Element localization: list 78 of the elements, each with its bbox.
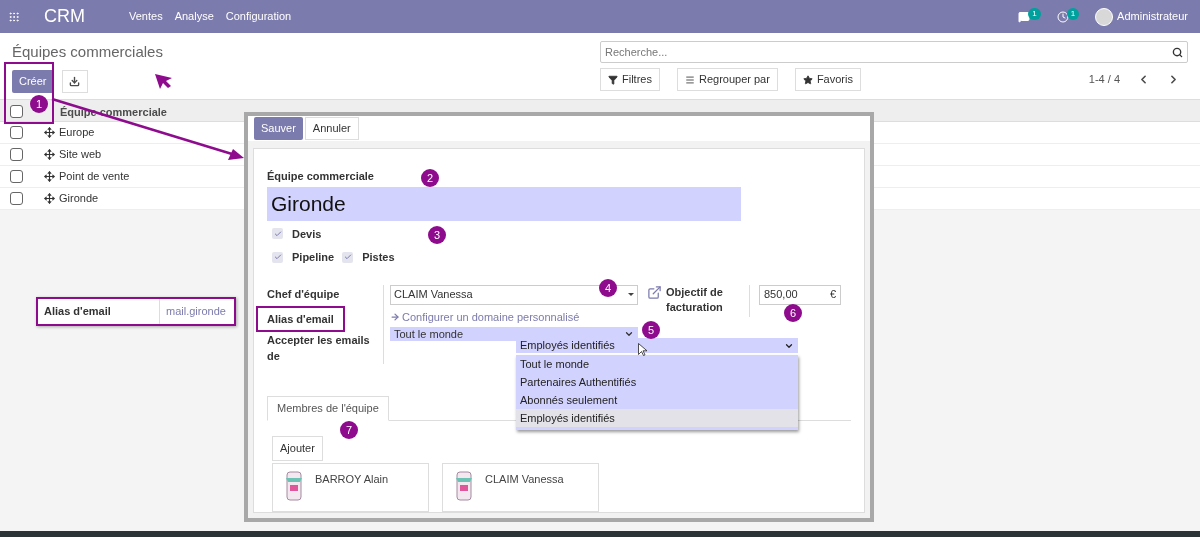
phone-shop-icon xyxy=(455,471,473,501)
search-placeholder: Recherche... xyxy=(605,44,669,60)
filter-button[interactable]: Filtres xyxy=(600,68,660,91)
external-link-icon[interactable] xyxy=(647,284,662,300)
pointer-arrow xyxy=(155,74,172,89)
field-label: Objectif de facturation xyxy=(666,284,750,317)
dropdown-select[interactable]: Employés identifiés xyxy=(516,338,798,353)
menu-item[interactable]: Analyse xyxy=(174,8,214,25)
option-label: Pistes xyxy=(362,250,395,265)
team-name: Europe xyxy=(59,125,95,141)
checkbox[interactable] xyxy=(9,126,23,139)
checkbox[interactable] xyxy=(9,148,23,161)
name-field[interactable]: Gironde xyxy=(267,186,741,221)
caret-icon xyxy=(628,293,634,296)
checkbox[interactable] xyxy=(9,105,23,118)
field-label: Chef d'équipe xyxy=(267,287,340,303)
search-icon[interactable] xyxy=(1172,46,1183,58)
member-name: BARROY Alain xyxy=(315,472,389,487)
arrow-right-icon xyxy=(390,311,400,322)
checkbox[interactable] xyxy=(272,251,283,263)
checkbox[interactable] xyxy=(9,192,23,205)
notification-badge: 1 xyxy=(1028,7,1041,20)
user-name[interactable]: Administrateur xyxy=(1117,8,1188,25)
apps-icon[interactable] xyxy=(8,10,20,23)
download-icon xyxy=(69,75,80,87)
dropdown-option[interactable]: Partenaires Authentifiés xyxy=(516,373,798,391)
add-button[interactable]: Ajouter xyxy=(272,436,323,461)
field-label: Accepter les emails de xyxy=(267,333,371,364)
download-button[interactable] xyxy=(61,69,88,93)
phone-shop-icon xyxy=(285,471,303,501)
pager: 1-4 / 4 xyxy=(1088,72,1120,88)
team-name: Site web xyxy=(59,147,102,163)
app-name: CRM xyxy=(44,5,85,28)
discard-button[interactable]: Annuler xyxy=(304,117,359,140)
accept-emails-select[interactable]: Tout le monde xyxy=(390,327,638,341)
tab[interactable]: Membres de l'équipe xyxy=(267,396,389,421)
menu-item[interactable]: Ventes xyxy=(129,8,163,25)
highlight-frame xyxy=(4,62,54,124)
notification-badge: 1 xyxy=(1066,7,1080,20)
currency: € xyxy=(829,287,836,303)
team-name: Point de vente xyxy=(59,169,130,185)
create-button[interactable]: Créer xyxy=(12,69,54,93)
field-label: Alias d'email xyxy=(256,305,345,332)
menu-item[interactable]: Configuration xyxy=(225,8,292,25)
save-button[interactable]: Sauver xyxy=(254,117,303,140)
funnel-icon xyxy=(608,74,618,85)
field-label: Équipe commerciale xyxy=(267,170,374,182)
member-card[interactable]: BARROY Alain xyxy=(272,463,429,512)
avatar[interactable] xyxy=(1095,7,1114,26)
drag-handle-icon[interactable] xyxy=(44,171,55,182)
clock-icon[interactable] xyxy=(1056,10,1069,23)
member-name: CLAIM Vanessa xyxy=(485,472,564,487)
list-icon xyxy=(684,74,695,85)
member-card[interactable]: CLAIM Vanessa xyxy=(442,463,599,512)
callout-value: mail.gironde xyxy=(165,304,226,320)
configure-domain-link[interactable]: Configurer un domaine personnalisé xyxy=(390,308,638,325)
drag-handle-icon[interactable] xyxy=(44,149,55,160)
filter-button[interactable]: Favoris xyxy=(794,68,861,91)
drag-handle-icon[interactable] xyxy=(44,193,55,204)
dropdown-option[interactable]: Abonnés seulement xyxy=(516,391,798,409)
dropdown-option[interactable]: Employés identifiés xyxy=(516,409,798,427)
target-field[interactable]: 850,00 € xyxy=(759,284,841,305)
dropdown-option[interactable]: Tout le monde xyxy=(516,355,798,373)
chat-icon[interactable] xyxy=(1018,10,1031,23)
chevron-down-icon xyxy=(624,329,634,339)
star-icon xyxy=(802,74,813,85)
mouse-cursor-icon xyxy=(638,343,647,356)
page-title: Équipes commerciales xyxy=(12,42,164,62)
team-name: Gironde xyxy=(59,191,99,207)
search-field[interactable]: Recherche... xyxy=(600,41,1188,63)
checkbox[interactable] xyxy=(9,170,23,183)
option-label: Pipeline xyxy=(292,250,335,265)
callout-label: Alias d'email xyxy=(38,299,160,324)
checkbox[interactable] xyxy=(272,228,283,240)
option-label: Devis xyxy=(292,226,322,242)
filter-button[interactable]: Regrouper par xyxy=(676,68,778,91)
drag-handle-icon[interactable] xyxy=(44,127,55,138)
checkbox[interactable] xyxy=(342,251,354,263)
